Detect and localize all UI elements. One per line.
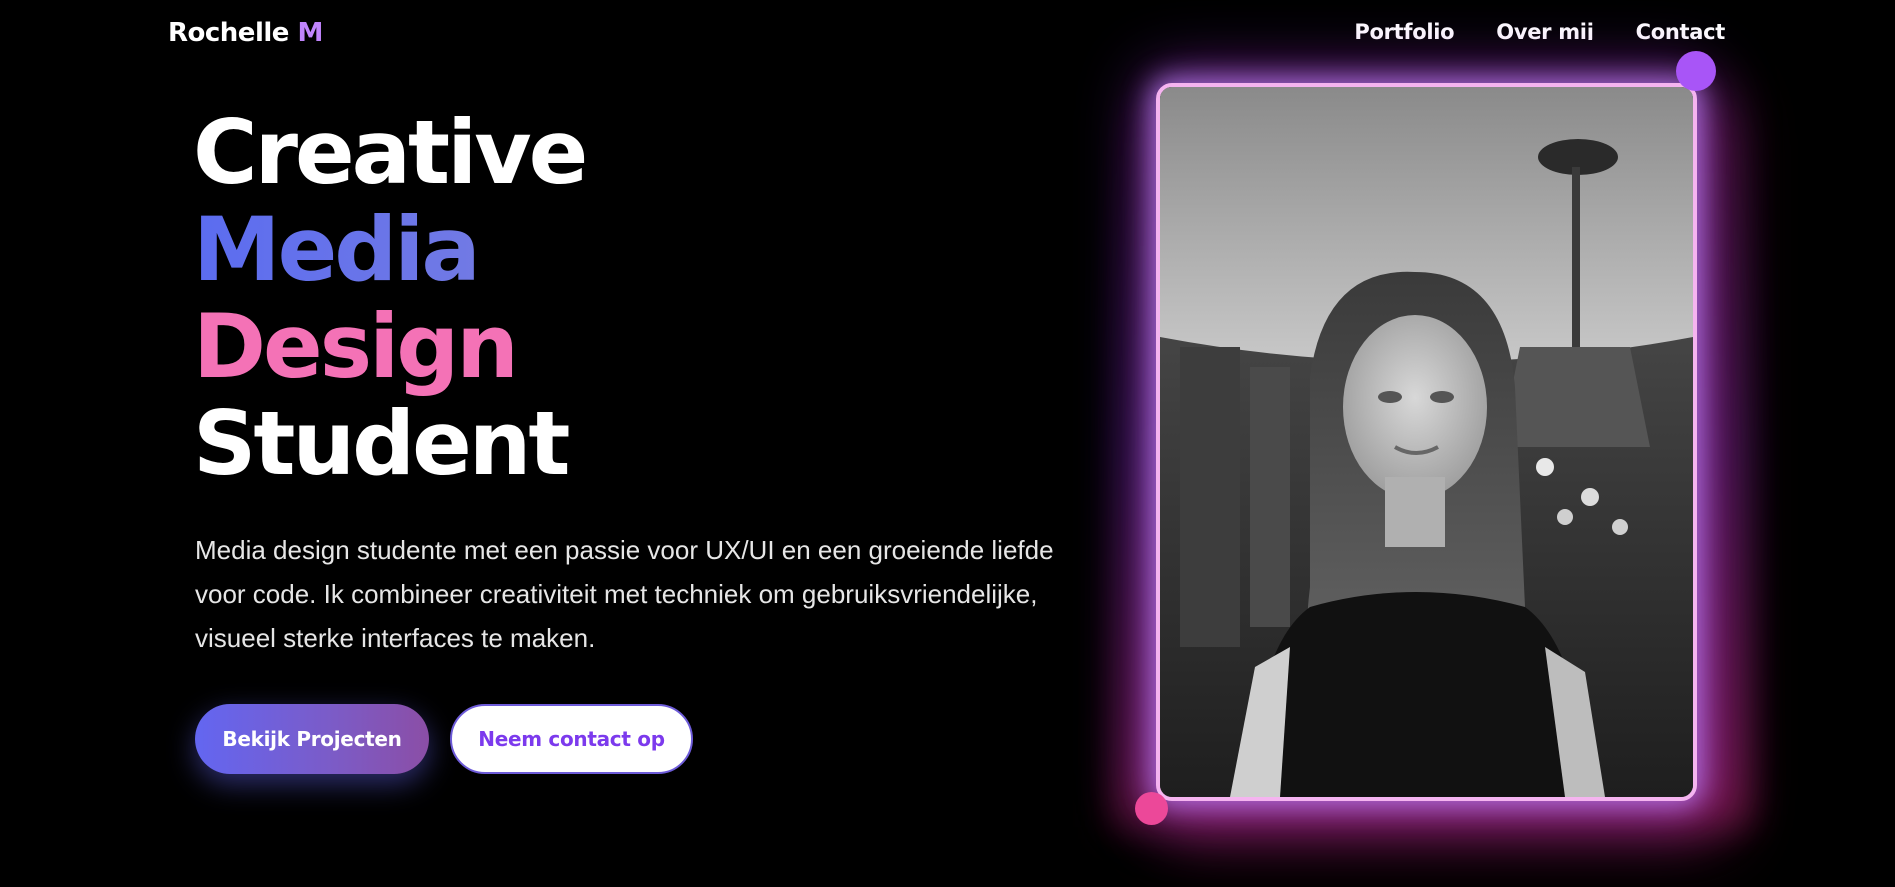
- hero-title-line-design: Design: [193, 295, 519, 398]
- hero-description: Media design studente met een passie voo…: [195, 535, 1054, 653]
- hero-title: Creative Media Design Student: [193, 101, 588, 495]
- decorative-dot-purple: [1676, 51, 1716, 91]
- hero-title-line-creative: Creative: [193, 101, 588, 204]
- hero-title-line-student: Student: [193, 392, 570, 495]
- profile-photo: [1160, 87, 1693, 797]
- view-projects-button[interactable]: Bekijk Projecten: [195, 704, 429, 774]
- page: Rochelle M Portfolio Over mij Contact Cr…: [0, 0, 1895, 887]
- contact-button[interactable]: Neem contact op: [450, 704, 693, 774]
- brand-logo[interactable]: Rochelle M: [168, 18, 323, 48]
- glow-top-mask: [1100, 40, 1750, 77]
- hero-title-line-media: Media: [193, 201, 585, 298]
- brand-accent: M: [297, 18, 323, 48]
- profile-photo-frame: [1156, 83, 1697, 801]
- decorative-dot-pink: [1135, 792, 1168, 825]
- brand-name: Rochelle: [168, 18, 289, 48]
